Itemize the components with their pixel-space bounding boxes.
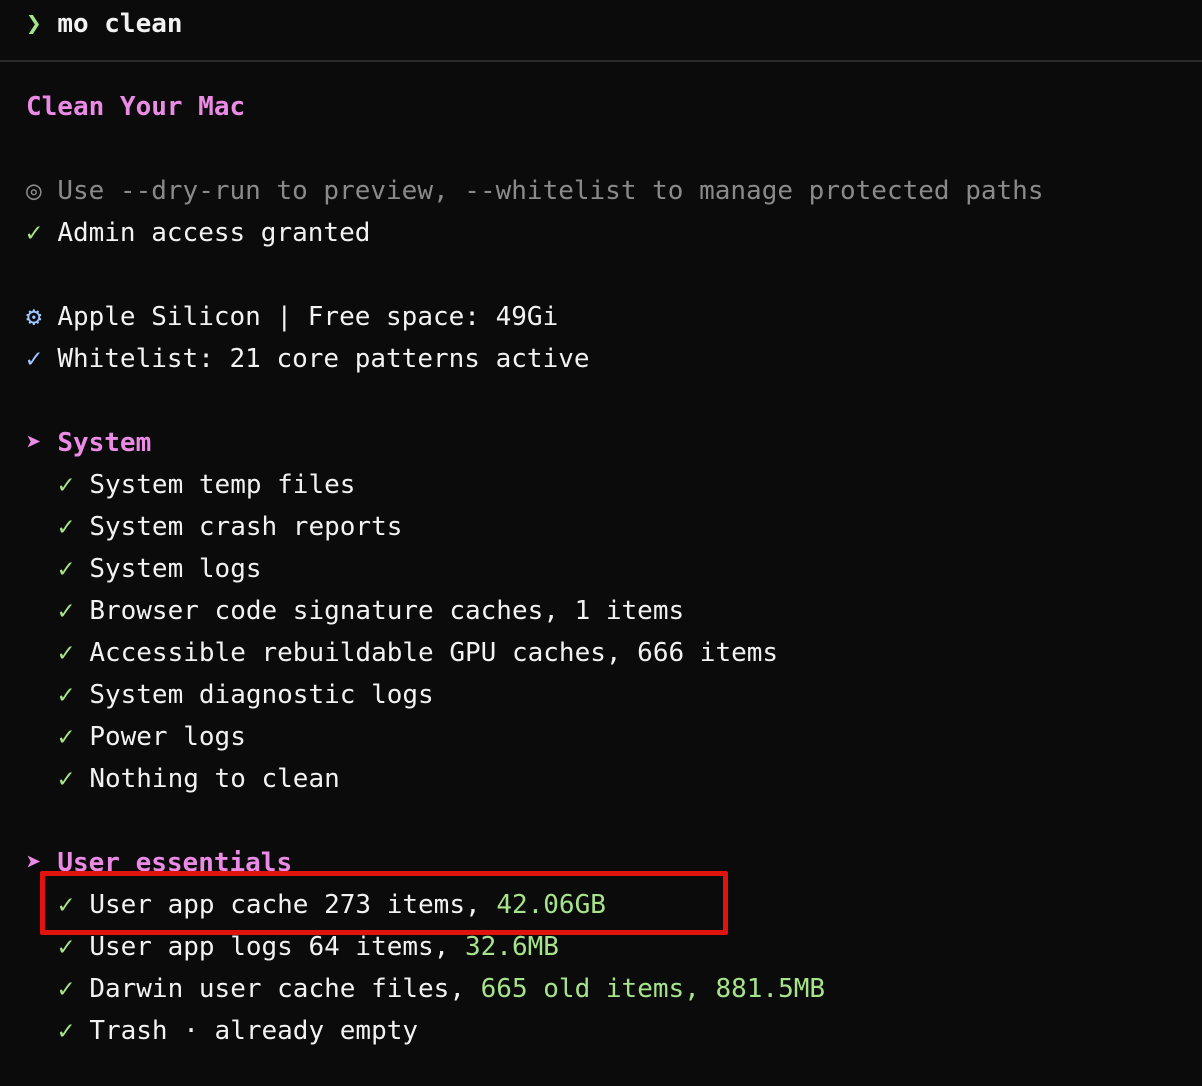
prompt-chevron-icon: ❯ [26, 9, 42, 39]
list-item-text: User app logs 64 items, [89, 932, 465, 962]
list-item-text: Darwin user cache files, [89, 974, 481, 1004]
check-icon: ✓ [26, 218, 42, 248]
check-icon: ✓ [58, 1016, 74, 1046]
info-circle-icon: ◎ [26, 176, 42, 206]
list-item: ✓ Nothing to clean [58, 761, 340, 797]
list-item-text: Browser code signature caches, 1 items [89, 596, 685, 626]
command-line: ❯ mo clean [26, 6, 183, 42]
hint-text: Use --dry-run to preview, --whitelist to… [57, 176, 1044, 206]
list-item-text: Accessible rebuildable GPU caches, 666 i… [89, 638, 779, 668]
command-text: mo clean [57, 9, 183, 39]
check-icon: ✓ [58, 764, 74, 794]
check-icon: ✓ [58, 638, 74, 668]
admin-status-text: Admin access granted [57, 218, 371, 248]
check-icon: ✓ [26, 344, 42, 374]
check-icon: ✓ [58, 596, 74, 626]
size-value: 32.6MB [465, 932, 559, 962]
list-item-text: System temp files [89, 470, 356, 500]
list-item-text: Nothing to clean [89, 764, 340, 794]
whitelist-line: ✓ Whitelist: 21 core patterns active [26, 341, 590, 377]
list-item: ✓ Trash · already empty [58, 1013, 418, 1049]
section-title: System [57, 428, 152, 458]
size-value: 42.06GB [496, 890, 606, 920]
check-icon: ✓ [58, 470, 74, 500]
check-icon: ✓ [58, 890, 74, 920]
list-item-text: System diagnostic logs [89, 680, 434, 710]
admin-status-line: ✓ Admin access granted [26, 215, 370, 251]
check-icon: ✓ [58, 680, 74, 710]
whitelist-text: Whitelist: 21 core patterns active [57, 344, 590, 374]
page-title: Clean Your Mac [26, 92, 246, 122]
list-item: ✓ System logs [58, 551, 262, 587]
system-info-text: Apple Silicon | Free space: 49Gi [57, 302, 559, 332]
arrow-right-icon: ➤ [26, 848, 42, 878]
list-item-text: User app cache 273 items, [89, 890, 497, 920]
system-info-line: ⚙ Apple Silicon | Free space: 49Gi [26, 299, 558, 335]
list-item-text: Trash · already empty [89, 1016, 419, 1046]
hint-line: ◎ Use --dry-run to preview, --whitelist … [26, 173, 1043, 209]
section-header-user-essentials: ➤ User essentials [26, 845, 292, 881]
list-item: ✓ User app cache 273 items, 42.06GB [58, 887, 606, 923]
check-icon: ✓ [58, 554, 74, 584]
section-title: User essentials [57, 848, 293, 878]
list-item: ✓ Accessible rebuildable GPU caches, 666… [58, 635, 778, 671]
gear-icon: ⚙ [26, 302, 42, 332]
list-item-text: Power logs [89, 722, 246, 752]
terminal-window: ❯ mo clean Clean Your Mac ◎ Use --dry-ru… [0, 0, 1202, 1086]
list-item: ✓ Browser code signature caches, 1 items [58, 593, 684, 629]
list-item: ✓ System temp files [58, 467, 355, 503]
list-item: ✓ Power logs [58, 719, 246, 755]
prompt-bar: ❯ mo clean [0, 0, 1202, 62]
list-item-text: System logs [89, 554, 262, 584]
list-item: ✓ User app logs 64 items, 32.6MB [58, 929, 559, 965]
size-value: 665 old items, 881.5MB [480, 974, 826, 1004]
section-header-system: ➤ System [26, 425, 151, 461]
check-icon: ✓ [58, 722, 74, 752]
check-icon: ✓ [58, 932, 74, 962]
list-item: ✓ System crash reports [58, 509, 402, 545]
list-item: ✓ System diagnostic logs [58, 677, 434, 713]
check-icon: ✓ [58, 974, 74, 1004]
check-icon: ✓ [58, 512, 74, 542]
arrow-right-icon: ➤ [26, 428, 42, 458]
list-item: ✓ Darwin user cache files, 665 old items… [58, 971, 825, 1007]
list-item-text: System crash reports [89, 512, 403, 542]
